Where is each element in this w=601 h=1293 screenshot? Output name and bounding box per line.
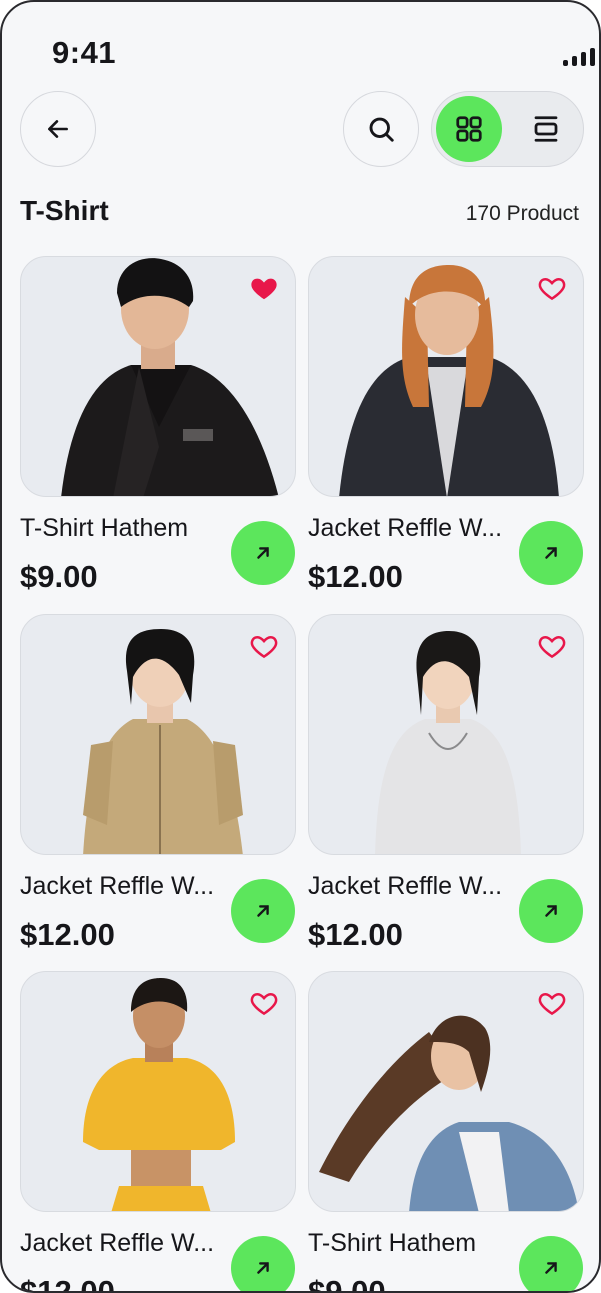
product-image[interactable] — [308, 614, 584, 855]
arrow-up-right-icon — [545, 905, 557, 917]
product-price: $9.00 — [20, 559, 98, 594]
heart-outline-icon[interactable] — [537, 273, 567, 303]
product-name[interactable]: T-Shirt Hathem — [20, 514, 220, 543]
open-product-button[interactable] — [519, 1236, 583, 1291]
product-name[interactable]: Jacket Reffle W... — [308, 514, 508, 543]
open-product-button[interactable] — [519, 879, 583, 943]
product-name[interactable]: Jacket Reffle W... — [20, 1229, 220, 1258]
heart-filled-icon[interactable] — [249, 273, 279, 303]
product-name[interactable]: Jacket Reffle W... — [20, 872, 220, 901]
product-image[interactable] — [20, 614, 296, 855]
heart-outline-icon[interactable] — [249, 631, 279, 661]
product-image[interactable] — [308, 971, 584, 1212]
product-price: $12.00 — [308, 559, 403, 594]
signal-icon — [563, 46, 595, 66]
product-price: $9.00 — [308, 1274, 386, 1293]
product-name[interactable]: T-Shirt Hathem — [308, 1229, 508, 1258]
search-button[interactable] — [343, 91, 419, 167]
heart-outline-icon[interactable] — [537, 988, 567, 1018]
grid-view-button[interactable] — [436, 96, 502, 162]
search-icon — [369, 117, 394, 142]
product-image[interactable] — [20, 256, 296, 497]
list-view-icon — [534, 116, 558, 142]
product-price: $12.00 — [308, 917, 403, 952]
product-image[interactable] — [308, 256, 584, 497]
product-count: 170 Product — [465, 202, 579, 225]
arrow-up-right-icon — [257, 547, 269, 559]
view-toggle — [431, 91, 584, 167]
product-price: $12.00 — [20, 917, 115, 952]
arrow-up-right-icon — [257, 1262, 269, 1274]
heart-outline-icon[interactable] — [537, 631, 567, 661]
section-title: T-Shirt — [20, 195, 109, 226]
grid-view-icon — [456, 116, 482, 142]
status-time: 9:41 — [52, 35, 117, 70]
list-view-button[interactable] — [513, 96, 579, 162]
product-name[interactable]: Jacket Reffle W... — [308, 872, 508, 901]
product-price: $12.00 — [20, 1274, 115, 1293]
heart-outline-icon[interactable] — [249, 988, 279, 1018]
open-product-button[interactable] — [519, 521, 583, 585]
back-button[interactable] — [20, 91, 96, 167]
phone-frame: 9:41 T-Shirt 170 Product T-Shirt Hathem … — [0, 0, 601, 1293]
arrow-up-right-icon — [257, 905, 269, 917]
open-product-button[interactable] — [231, 521, 295, 585]
product-image[interactable] — [20, 971, 296, 1212]
arrow-up-right-icon — [545, 1262, 557, 1274]
arrow-left-icon — [48, 120, 68, 138]
arrow-up-right-icon — [545, 547, 557, 559]
open-product-button[interactable] — [231, 1236, 295, 1291]
open-product-button[interactable] — [231, 879, 295, 943]
